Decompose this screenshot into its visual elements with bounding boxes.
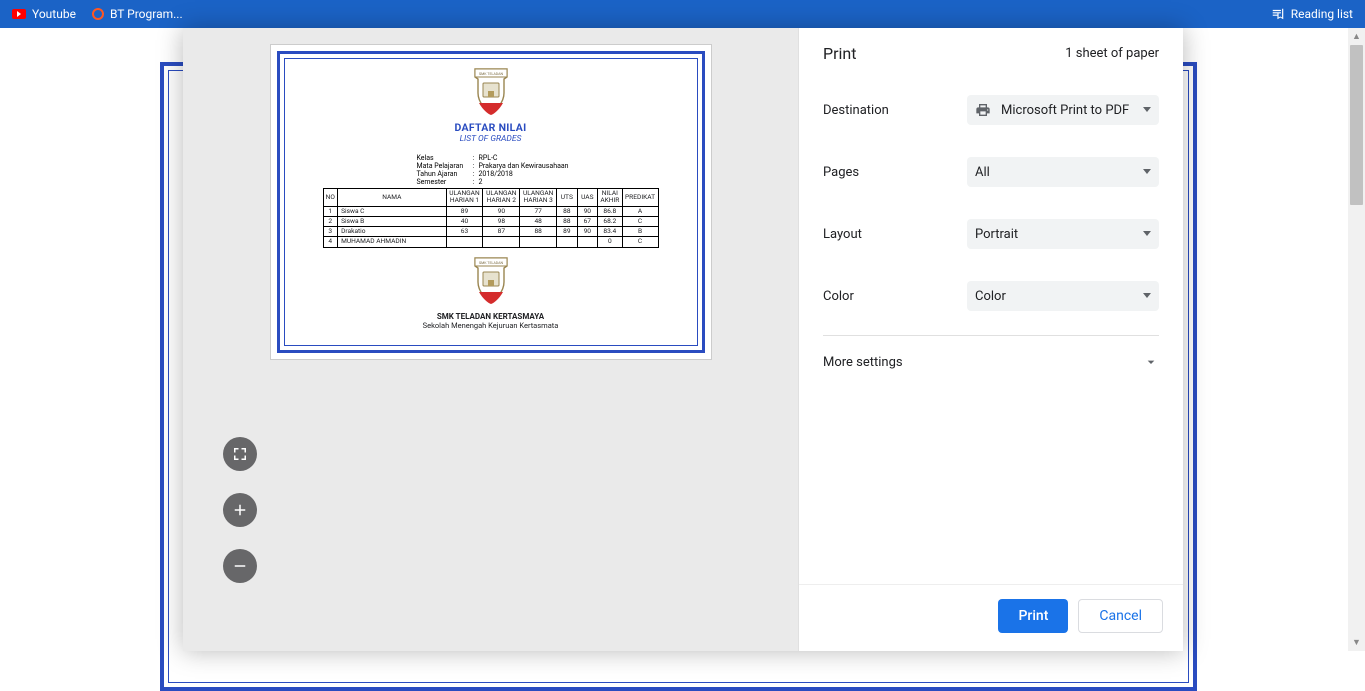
- bookmark-bar: Youtube BT Program... Reading list: [0, 0, 1365, 28]
- setting-row-layout: Layout Portrait: [823, 203, 1159, 265]
- cancel-button[interactable]: Cancel: [1078, 599, 1163, 633]
- bookmark-left-group: Youtube BT Program...: [12, 7, 183, 21]
- destination-label: Destination: [823, 103, 889, 118]
- grades-table: NONAMA ULANGAN HARIAN 1ULANGAN HARIAN 2U…: [323, 188, 659, 248]
- print-preview-pane: SMK TELADAN DAFTAR NILAI LIST OF GRADES …: [183, 28, 799, 651]
- doc-title: DAFTAR NILAI: [455, 121, 527, 134]
- svg-text:SMK TELADAN: SMK TELADAN: [478, 72, 503, 76]
- zoom-in-button[interactable]: [223, 493, 257, 527]
- setting-row-destination: Destination Microsoft Print to PDF: [823, 79, 1159, 141]
- chevron-down-icon: [1143, 354, 1159, 370]
- sheet-count: 1 sheet of paper: [1065, 46, 1159, 61]
- svg-text:SMK TELADAN: SMK TELADAN: [478, 261, 503, 265]
- bookmark-bt-label: BT Program...: [110, 7, 183, 21]
- zoom-controls: [223, 437, 257, 583]
- table-row: 1Siswa C899077889086.8A: [323, 206, 658, 216]
- pages-select[interactable]: All: [967, 157, 1159, 187]
- zoom-out-button[interactable]: [223, 549, 257, 583]
- page-scrollbar[interactable]: ▲ ▼: [1348, 28, 1365, 651]
- destination-select[interactable]: Microsoft Print to PDF: [967, 95, 1159, 125]
- preview-page: SMK TELADAN DAFTAR NILAI LIST OF GRADES …: [270, 44, 712, 360]
- school-logo-footer: SMK TELADAN: [469, 254, 513, 306]
- printer-icon: [975, 102, 991, 118]
- school-logo: SMK TELADAN: [469, 65, 513, 117]
- scrollbar-thumb[interactable]: [1350, 45, 1363, 205]
- layout-select[interactable]: Portrait: [967, 219, 1159, 249]
- scroll-up-icon: ▲: [1348, 28, 1365, 45]
- minus-icon: [231, 557, 249, 575]
- bookmark-youtube-label: Youtube: [32, 7, 76, 21]
- scroll-down-icon: ▼: [1348, 634, 1365, 651]
- plus-icon: [231, 501, 249, 519]
- school-name: SMK TELADAN KERTASMAYA: [437, 312, 544, 321]
- reading-list-button[interactable]: Reading list: [1271, 7, 1353, 21]
- color-label: Color: [823, 289, 854, 304]
- doc-meta: Kelas:RPL-C Mata Pelajaran:Prakarya dan …: [417, 154, 569, 186]
- main-area: SMK TELADAN DAFTAR NILAI LIST OF GRADES …: [0, 28, 1365, 651]
- layout-label: Layout: [823, 227, 862, 242]
- school-desc: Sekolah Menengah Kejuruan Kertasmata: [423, 321, 559, 330]
- fullscreen-icon: [231, 445, 249, 463]
- table-row: 2Siswa B409848886768.2C: [323, 216, 658, 226]
- setting-row-color: Color Color: [823, 265, 1159, 327]
- table-row: 3Drakatio638788899083.4B: [323, 227, 658, 237]
- youtube-icon: [12, 9, 26, 19]
- bt-program-icon: [92, 8, 104, 20]
- reading-list-label: Reading list: [1291, 7, 1353, 21]
- more-settings-label: More settings: [823, 355, 903, 370]
- fit-page-button[interactable]: [223, 437, 257, 471]
- bookmark-bt-program[interactable]: BT Program...: [92, 7, 183, 21]
- reading-list-icon: [1271, 7, 1285, 21]
- pages-label: Pages: [823, 165, 859, 180]
- doc-subtitle: LIST OF GRADES: [460, 134, 522, 144]
- table-row: 4MUHAMAD AHMADIN0C: [323, 237, 658, 247]
- print-settings-pane: Print 1 sheet of paper Destination Micro…: [799, 28, 1183, 651]
- more-settings-toggle[interactable]: More settings: [823, 335, 1159, 388]
- print-button[interactable]: Print: [998, 599, 1068, 633]
- bookmark-youtube[interactable]: Youtube: [12, 7, 76, 21]
- print-header: Print 1 sheet of paper: [799, 28, 1183, 75]
- color-select[interactable]: Color: [967, 281, 1159, 311]
- print-footer: Print Cancel: [799, 584, 1183, 651]
- setting-row-pages: Pages All: [823, 141, 1159, 203]
- print-dialog: SMK TELADAN DAFTAR NILAI LIST OF GRADES …: [183, 28, 1183, 651]
- print-title: Print: [823, 44, 856, 63]
